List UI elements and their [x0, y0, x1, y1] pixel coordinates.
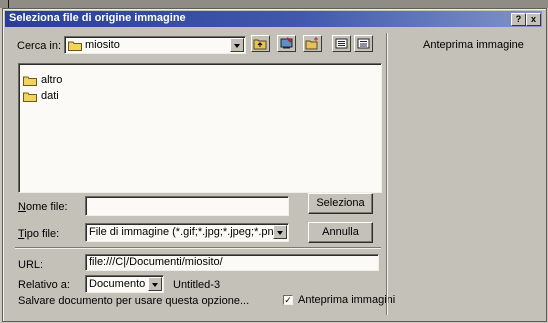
window-title: Seleziona file di origine immagine	[9, 12, 186, 24]
filetype-label: Tipo file:	[18, 228, 60, 240]
help-button[interactable]: ?	[511, 13, 526, 26]
folder-up-button[interactable]	[251, 35, 270, 52]
details-view-button[interactable]	[354, 35, 373, 52]
new-folder-button[interactable]	[303, 35, 322, 52]
title-bar: Seleziona file di origine immagine ? x	[5, 11, 542, 27]
relative-select[interactable]: Documento	[85, 275, 164, 293]
url-value: file:///C|/Documenti/miosito/	[89, 256, 223, 268]
desktop-icon	[280, 37, 293, 49]
folder-icon	[23, 92, 37, 102]
divider	[15, 247, 381, 249]
cancel-button[interactable]: Annulla	[308, 222, 373, 243]
file-list[interactable]: altro dati	[18, 63, 382, 193]
list-view-icon	[335, 38, 348, 49]
look-in-dropdown[interactable]: miosito	[64, 36, 246, 54]
select-image-dialog: Seleziona file di origine immagine ? x C…	[2, 8, 547, 322]
new-folder-icon	[305, 37, 318, 50]
filename-input[interactable]	[85, 196, 289, 216]
file-name: altro	[41, 74, 63, 86]
folder-icon	[23, 76, 37, 86]
file-name: dati	[41, 90, 59, 102]
filetype-label-rest: ipo file:	[24, 228, 60, 240]
preview-checkbox[interactable]: ✓	[283, 295, 293, 305]
desktop-button[interactable]	[277, 35, 296, 52]
list-view-button[interactable]	[332, 35, 351, 52]
background-line	[8, 0, 9, 8]
chevron-down-icon[interactable]	[273, 225, 287, 239]
folder-icon	[68, 41, 82, 51]
filename-label: Nome file:	[18, 201, 68, 213]
relative-value: Documento	[89, 278, 146, 290]
preview-area	[395, 57, 539, 312]
folder-up-icon	[253, 39, 267, 50]
look-in-value: miosito	[85, 39, 120, 51]
filetype-select[interactable]: File di immagine (*.gif;*.jpg;*.jpeg;*.p…	[85, 223, 289, 242]
relative-label: Relativo a:	[18, 279, 70, 291]
background-strip	[0, 0, 548, 8]
chevron-down-icon[interactable]	[230, 38, 244, 52]
save-note: Salvare documento per usare questa opzio…	[18, 295, 250, 307]
preview-title: Anteprima immagine	[423, 39, 524, 51]
filetype-value: File di immagine (*.gif;*.jpg;*.jpeg;*.p…	[89, 226, 284, 238]
preview-checkbox-label: Anteprima immagini	[298, 294, 396, 306]
chevron-down-icon[interactable]	[148, 277, 162, 291]
details-view-icon	[357, 38, 370, 49]
look-in-label: Cerca in:	[17, 40, 62, 52]
relative-document: Untitled-3	[173, 279, 221, 291]
preview-divider	[386, 33, 388, 315]
url-label: URL:	[18, 259, 44, 271]
select-button[interactable]: Seleziona	[308, 193, 373, 214]
close-button[interactable]: x	[526, 13, 541, 26]
filename-label-rest: ome file:	[25, 201, 68, 213]
url-field[interactable]: file:///C|/Documenti/miosito/	[85, 254, 379, 271]
